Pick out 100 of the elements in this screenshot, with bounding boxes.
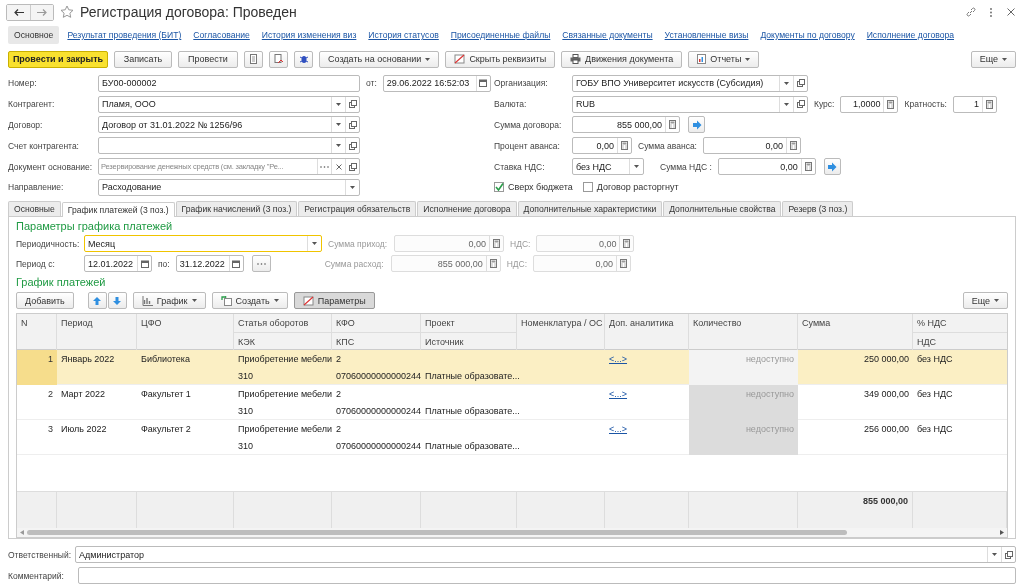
date-field[interactable]: 31.12.2022 (175, 255, 244, 273)
tab[interactable]: Исполнение договора (417, 200, 517, 216)
calendar-button[interactable] (137, 256, 151, 272)
analytics-link[interactable]: <...> (609, 423, 627, 434)
nav-link[interactable]: Основное (8, 26, 60, 44)
move-up-button[interactable] (87, 292, 107, 310)
toolbar-button[interactable]: Создать на основании (319, 50, 440, 68)
nav-link[interactable]: Согласование (189, 27, 254, 43)
toolbar-button[interactable]: Записать (114, 50, 172, 68)
column-header: % НДС (916, 316, 948, 330)
input-field[interactable]: Расходование (98, 178, 360, 196)
open-button[interactable] (345, 117, 359, 133)
nav-link[interactable]: Результат проведения (БИТ) (63, 27, 186, 43)
amount-field[interactable]: 0,00 (703, 137, 801, 155)
field-label: Сумма договора: (494, 120, 563, 130)
open-button[interactable] (345, 96, 359, 112)
create-icon (220, 295, 232, 306)
percent-field[interactable]: 0,00 (572, 137, 632, 155)
column-header: Источник (421, 331, 516, 350)
open-button[interactable] (793, 75, 807, 91)
nav-link[interactable]: Исполнение договора (862, 27, 958, 43)
nav-link[interactable]: Установленные визы (660, 27, 753, 43)
open-button[interactable] (793, 96, 807, 112)
calculator-button[interactable] (981, 96, 996, 112)
toolbar-button[interactable] (244, 50, 263, 68)
currency-field[interactable]: RUB (572, 95, 808, 113)
tab[interactable]: График платежей (3 поз.) (61, 201, 175, 217)
input-field[interactable]: Пламя, ООО (98, 95, 360, 113)
caret-icon (1002, 57, 1007, 61)
vat-rate-field[interactable]: без НДС (572, 158, 644, 176)
toolbar-button[interactable]: Провести (178, 50, 238, 68)
open-button[interactable] (1001, 547, 1015, 563)
toolbar-button[interactable]: Движения документа (561, 50, 683, 68)
table-cell-text: 2 (335, 422, 342, 436)
periodicity-field[interactable]: Месяц (84, 235, 322, 253)
table-row[interactable]: 1 Январь 2022 Библиотека Приобретение мебели 310 2 07060000000000244 Платные образовате... <...> недоступно 250 000,00 без НДС (17, 349, 1007, 385)
nav-link[interactable]: Связанные документы (558, 27, 657, 43)
more-button[interactable]: Еще (970, 50, 1016, 68)
toolbar-button[interactable]: Создать (211, 292, 288, 310)
link-button[interactable] (964, 5, 978, 19)
tab[interactable]: Основные (8, 200, 61, 216)
tab[interactable]: Резерв (3 поз.) (782, 200, 854, 216)
toolbar-button[interactable]: График (132, 292, 206, 310)
star-icon[interactable] (60, 5, 74, 19)
toolbar-button[interactable]: Отчеты (688, 50, 760, 68)
column-header: КПС (332, 331, 420, 350)
calculator-button[interactable] (665, 117, 679, 133)
date-field[interactable]: 29.06.2022 16:52:03 (382, 74, 491, 92)
checkbox[interactable] (494, 182, 504, 193)
input-field[interactable] (98, 137, 360, 155)
tab[interactable]: Дополнительные свойства (663, 200, 782, 216)
scroll-left-icon[interactable] (20, 529, 24, 535)
table-row[interactable]: 2 Март 2022 Факультет 1 Приобретение мебели 310 2 07060000000000244 Платные образовате... <...> недоступно 349 000,00 без НДС (17, 384, 1007, 420)
back-button[interactable] (7, 4, 30, 20)
nav-link[interactable]: История статусов (364, 27, 443, 43)
scroll-right-icon[interactable] (1000, 529, 1004, 535)
clear-button[interactable] (331, 159, 345, 175)
calculator-button[interactable] (617, 138, 631, 154)
calendar-button[interactable] (228, 256, 243, 272)
table-cell-text: 250 000,00 (862, 352, 910, 366)
tab[interactable]: Дополнительные характеристики (517, 200, 663, 216)
input-field[interactable]: Договор от 31.01.2022 № 1256/96 (98, 116, 360, 134)
fill-button[interactable] (688, 116, 705, 134)
analytics-link[interactable]: <...> (609, 353, 627, 364)
toolbar-button[interactable] (294, 50, 313, 68)
multiplicity-field[interactable]: 1 (952, 95, 997, 113)
nav-link[interactable]: Присоединенные файлы (446, 27, 555, 43)
table-cell-text: без НДС (916, 387, 954, 401)
select-period-button[interactable] (251, 255, 271, 273)
number-field[interactable]: БУ00-000002 (98, 74, 360, 92)
rate-field[interactable]: 1,0000 (840, 95, 899, 113)
calculator-button[interactable] (800, 159, 815, 175)
comment-field[interactable] (77, 567, 1016, 585)
tab[interactable]: График начислений (3 поз.) (175, 200, 298, 216)
amount-field[interactable]: 0,00 (717, 158, 816, 176)
date-field[interactable]: 12.01.2022 (84, 255, 152, 273)
more-button[interactable]: Еще (962, 292, 1008, 310)
open-button[interactable] (345, 159, 359, 175)
calculator-button[interactable] (786, 138, 800, 154)
calendar-button[interactable] (475, 75, 490, 91)
toolbar-button[interactable]: Параметры (293, 292, 375, 310)
toolbar-button[interactable]: Скрыть реквизиты (445, 50, 556, 68)
amount-field[interactable]: 855 000,00 (572, 116, 680, 134)
toolbar-button[interactable]: Провести и закрыть (8, 50, 108, 68)
organization-field[interactable]: ГОБУ ВПО Университет искусств (Субсидия) (572, 74, 808, 92)
table-cell-text: Приобретение мебели (237, 387, 332, 401)
fill-button[interactable] (823, 158, 841, 176)
checkbox-label: Сверх бюджета (508, 182, 573, 193)
tab[interactable]: Регистрация обязательств (298, 200, 417, 216)
analytics-link[interactable]: <...> (609, 388, 627, 399)
nav-link[interactable]: История изменения виз (257, 27, 361, 43)
nav-link[interactable]: Документы по договору (756, 27, 859, 43)
toolbar-button[interactable] (269, 50, 288, 68)
open-button[interactable] (345, 138, 359, 154)
checkbox[interactable] (582, 182, 593, 193)
horizontal-scrollbar[interactable] (17, 527, 1007, 537)
move-down-button[interactable] (107, 292, 127, 310)
table-row[interactable]: 3 Июль 2022 Факультет 2 Приобретение мебели 310 2 07060000000000244 Платные образовате... <...> недоступно 256 000,00 без НДС (17, 419, 1007, 455)
responsible-field[interactable]: Администратор (75, 546, 1016, 564)
toolbar-button[interactable]: Добавить (16, 292, 74, 310)
